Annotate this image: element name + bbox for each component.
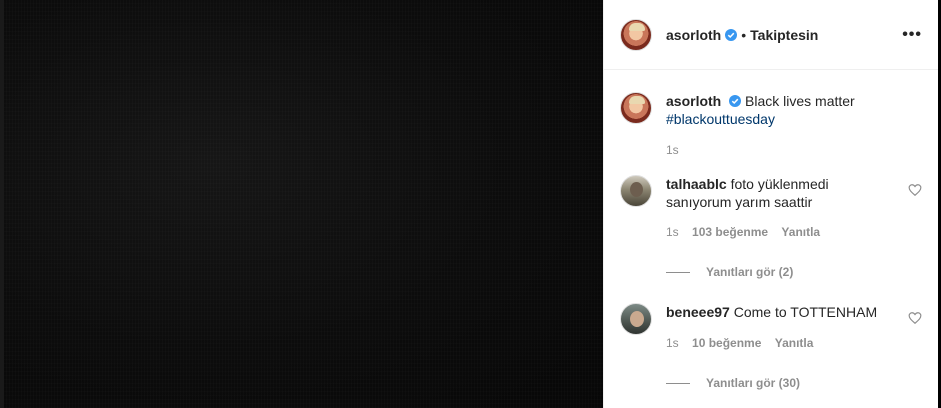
comment-meta: 1s 10 beğenme Yanıtla xyxy=(666,334,886,352)
comment-meta: 1s 103 beğenme Yanıtla xyxy=(666,223,886,241)
view-replies-button[interactable]: Yanıtları gör (2) xyxy=(666,263,886,281)
comment-likes[interactable]: 103 beğenme xyxy=(692,225,768,239)
comment-likes[interactable]: 10 beğenme xyxy=(692,336,761,350)
more-options-icon[interactable]: ••• xyxy=(902,26,922,44)
caption-username[interactable]: asorloth xyxy=(666,93,721,109)
author-avatar[interactable] xyxy=(620,18,652,51)
view-replies-label: Yanıtları gör (30) xyxy=(706,376,801,390)
header-separator: • xyxy=(741,26,747,43)
following-button[interactable]: Takiptesin xyxy=(750,27,818,43)
window-edge xyxy=(0,0,4,408)
post-image[interactable] xyxy=(0,0,603,408)
comment-username[interactable]: talhaablc xyxy=(666,176,727,192)
verified-badge-icon xyxy=(729,95,742,107)
view-replies-button[interactable]: Yanıtları gör (30) xyxy=(666,374,886,392)
comment-username[interactable]: beneee97 xyxy=(666,304,730,320)
commenter-avatar[interactable] xyxy=(620,175,652,207)
reply-button[interactable]: Yanıtla xyxy=(781,225,820,239)
post-side-panel: asorloth • Takiptesin ••• asorloth Black… xyxy=(603,0,938,408)
author-username[interactable]: asorloth xyxy=(666,27,721,43)
comment-timestamp[interactable]: 1s xyxy=(666,336,679,350)
post-header: asorloth • Takiptesin ••• xyxy=(604,0,938,70)
caption-avatar[interactable] xyxy=(620,92,652,124)
comment-item: beneee97 Come to TOTTENHAM 1s 10 beğenme… xyxy=(620,303,922,392)
like-heart-icon[interactable] xyxy=(908,311,922,325)
caption-text: Black lives matter xyxy=(745,93,855,109)
commenter-avatar[interactable] xyxy=(620,303,652,335)
comment-item: talhaablc foto yüklenmedi sanıyorum yarı… xyxy=(620,175,922,281)
caption-hashtag-link[interactable]: #blackouttuesday xyxy=(666,110,886,128)
reply-button[interactable]: Yanıtla xyxy=(775,336,814,350)
comment-timestamp[interactable]: 1s xyxy=(666,225,679,239)
view-replies-label: Yanıtları gör (2) xyxy=(706,265,794,279)
comment-text: Come to TOTTENHAM xyxy=(733,304,878,320)
like-heart-icon[interactable] xyxy=(908,183,922,197)
caption: asorloth Black lives matter #blackouttue… xyxy=(620,92,922,159)
comments-section: asorloth Black lives matter #blackouttue… xyxy=(604,70,938,392)
verified-badge-icon xyxy=(725,28,738,41)
replies-divider xyxy=(666,271,690,273)
replies-divider xyxy=(666,382,690,384)
caption-timestamp[interactable]: 1s xyxy=(666,143,679,157)
